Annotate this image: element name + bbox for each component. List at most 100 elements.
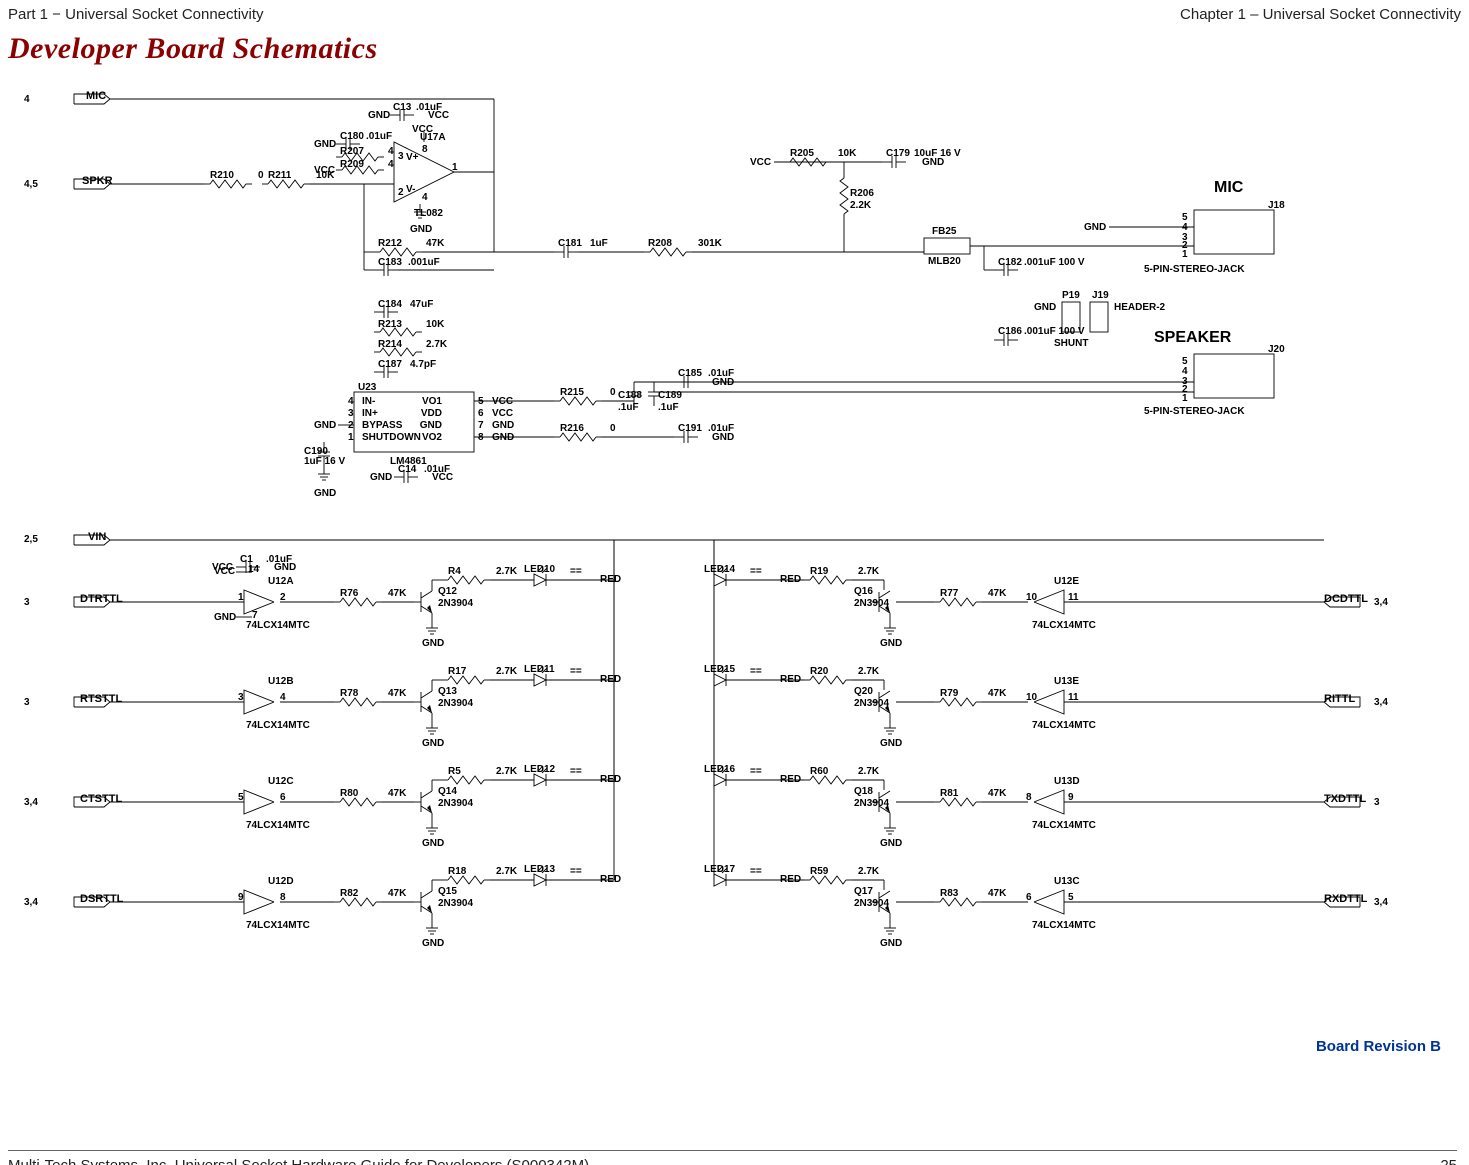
svg-text:2: 2 bbox=[280, 592, 286, 603]
pinlabel: V- bbox=[406, 184, 415, 195]
svg-text:74LCX14MTC: 74LCX14MTC bbox=[246, 620, 310, 631]
svg-text:2N3904: 2N3904 bbox=[438, 598, 473, 609]
ref: C182 bbox=[998, 257, 1022, 268]
svg-text:R20: R20 bbox=[810, 666, 829, 677]
svg-text:U13E: U13E bbox=[1054, 676, 1079, 687]
ref: C181 bbox=[558, 238, 582, 249]
svg-text:2N3904: 2N3904 bbox=[854, 898, 889, 909]
ref: R207 bbox=[340, 146, 364, 157]
ref: R212 bbox=[378, 238, 402, 249]
val: 10K bbox=[426, 319, 445, 330]
svg-text:RED: RED bbox=[780, 774, 801, 785]
svg-text:9: 9 bbox=[1068, 792, 1074, 803]
svg-text:47K: 47K bbox=[388, 788, 407, 799]
ref: R211 bbox=[268, 170, 292, 181]
svg-text:8: 8 bbox=[280, 892, 286, 903]
svg-text:5: 5 bbox=[238, 792, 244, 803]
svg-text:10: 10 bbox=[1026, 592, 1038, 603]
svg-text:2.7K: 2.7K bbox=[496, 766, 518, 777]
svg-text:7: 7 bbox=[478, 420, 484, 431]
svg-text:3,4: 3,4 bbox=[1374, 597, 1388, 608]
val: .01uF bbox=[366, 131, 392, 142]
svg-text:RITTL: RITTL bbox=[1324, 693, 1355, 705]
val: 0 bbox=[610, 387, 616, 398]
svg-text:R60: R60 bbox=[810, 766, 829, 777]
svg-text:3: 3 bbox=[1374, 797, 1380, 808]
svg-text:RTSTTL: RTSTTL bbox=[80, 693, 122, 705]
header-right: Chapter 1 – Universal Socket Connectivit… bbox=[1180, 6, 1461, 23]
svg-text:74LCX14MTC: 74LCX14MTC bbox=[1032, 820, 1096, 831]
part: TL082 bbox=[414, 208, 443, 219]
svg-text:U12D: U12D bbox=[268, 876, 294, 887]
svg-text:Q15: Q15 bbox=[438, 886, 457, 897]
val: 2.7K bbox=[426, 339, 448, 350]
ref: C191 bbox=[678, 423, 702, 434]
net: GND bbox=[492, 432, 514, 443]
svg-text:8: 8 bbox=[1026, 792, 1032, 803]
svg-text:11: 11 bbox=[1068, 692, 1079, 703]
svg-text:R82: R82 bbox=[340, 888, 359, 899]
net: VCC bbox=[750, 157, 771, 168]
svg-text:==: == bbox=[750, 566, 762, 577]
svg-text:3: 3 bbox=[24, 597, 30, 608]
ref: R205 bbox=[790, 148, 814, 159]
ref: J18 bbox=[1268, 200, 1285, 211]
svg-text:3,4: 3,4 bbox=[24, 897, 38, 908]
type: SHUNT bbox=[1054, 338, 1088, 349]
svg-text:2N3904: 2N3904 bbox=[854, 798, 889, 809]
footer-right: 25 bbox=[1440, 1157, 1457, 1165]
val: 2.2K bbox=[850, 200, 872, 211]
svg-text:GND: GND bbox=[214, 612, 236, 623]
svg-text:LED11: LED11 bbox=[524, 664, 555, 675]
svg-text:6: 6 bbox=[280, 792, 286, 803]
svg-text:Q12: Q12 bbox=[438, 586, 457, 597]
svg-text:TXDTTL: TXDTTL bbox=[1324, 793, 1366, 805]
net: GND bbox=[368, 110, 390, 121]
svg-text:6: 6 bbox=[1026, 892, 1032, 903]
pinlabel: V+ bbox=[406, 152, 419, 163]
svg-text:2.7K: 2.7K bbox=[858, 666, 880, 677]
header-left: Part 1 − Universal Socket Connectivity bbox=[8, 6, 264, 23]
val: .001uF 100 V bbox=[1024, 257, 1085, 268]
svg-text:5: 5 bbox=[1068, 892, 1074, 903]
svg-text:==: == bbox=[570, 566, 582, 577]
svg-text:47K: 47K bbox=[988, 788, 1007, 799]
svg-text:R59: R59 bbox=[810, 866, 829, 877]
svg-text:4: 4 bbox=[348, 396, 354, 407]
val: .001uF bbox=[408, 257, 440, 268]
svg-text:R80: R80 bbox=[340, 788, 359, 799]
svg-text:2: 2 bbox=[398, 187, 404, 198]
pin: 2,5 bbox=[24, 534, 38, 545]
ref: R214 bbox=[378, 339, 402, 350]
svg-text:2.7K: 2.7K bbox=[858, 566, 880, 577]
ref: C187 bbox=[378, 359, 402, 370]
svg-text:1: 1 bbox=[1182, 393, 1188, 404]
svg-text:LED12: LED12 bbox=[524, 764, 556, 775]
svg-text:LED14: LED14 bbox=[704, 564, 736, 575]
net: VCC bbox=[432, 472, 453, 483]
net: GND bbox=[712, 432, 734, 443]
svg-text:2N3904: 2N3904 bbox=[438, 698, 473, 709]
page: Part 1 − Universal Socket Connectivity C… bbox=[0, 0, 1469, 1165]
svg-text:==: == bbox=[750, 766, 762, 777]
ref: C185 bbox=[678, 368, 702, 379]
val: .001uF 100 V bbox=[1024, 326, 1085, 337]
svg-text:3: 3 bbox=[24, 697, 30, 708]
svg-text:1: 1 bbox=[348, 432, 354, 443]
net: GND bbox=[370, 472, 392, 483]
p: VO1 bbox=[422, 396, 442, 407]
svg-text:10: 10 bbox=[1026, 692, 1038, 703]
svg-text:GND: GND bbox=[422, 738, 444, 749]
svg-text:Q20: Q20 bbox=[854, 686, 873, 697]
svg-text:4: 4 bbox=[280, 692, 286, 703]
svg-text:U12E: U12E bbox=[1054, 576, 1079, 587]
svg-text:2N3904: 2N3904 bbox=[854, 598, 889, 609]
svg-text:Q14: Q14 bbox=[438, 786, 457, 797]
ref: C186 bbox=[998, 326, 1022, 337]
val: 47uF bbox=[410, 299, 433, 310]
svg-text:GND: GND bbox=[422, 638, 444, 649]
net: VCC bbox=[492, 408, 513, 419]
net: GND bbox=[492, 420, 514, 431]
ref: C180 bbox=[340, 131, 364, 142]
page-title: Developer Board Schematics bbox=[8, 32, 378, 66]
